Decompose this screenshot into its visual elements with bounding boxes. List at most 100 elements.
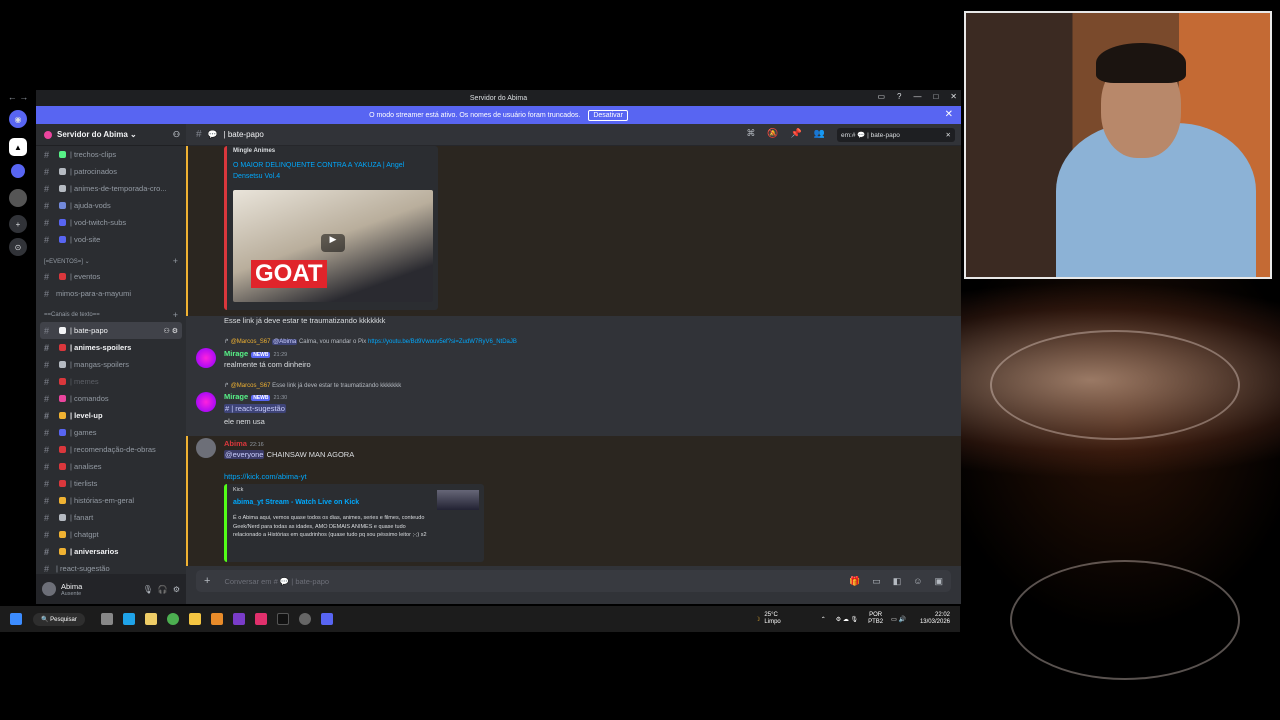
channel-text-10[interactable]: # | histórias-em-geral <box>36 492 186 509</box>
server-avatar-icon[interactable] <box>9 189 27 207</box>
channel-text-2[interactable]: # | mangas-spoilers <box>36 356 186 373</box>
channel-text-5[interactable]: # | level-up <box>36 407 186 424</box>
everyone-mention[interactable]: @everyone <box>224 450 265 459</box>
avatar[interactable] <box>196 392 216 412</box>
channel-text-6[interactable]: # | games <box>36 424 186 441</box>
message-author[interactable]: Mirage NEWB 21:30 <box>224 392 287 401</box>
pin-icon[interactable]: 📌 <box>791 128 802 139</box>
app-icon[interactable] <box>210 613 223 625</box>
channel-text-1[interactable]: # | animes-spoilers <box>36 339 186 356</box>
channel-text-4[interactable]: # | comandos <box>36 390 186 407</box>
task-view-icon[interactable] <box>100 613 113 625</box>
play-icon[interactable]: ▶ <box>321 234 345 252</box>
channel-text-8[interactable]: # | analises <box>36 458 186 475</box>
deactivate-button[interactable]: Desativar <box>588 109 628 121</box>
network-volume-icon[interactable]: ▭ 🔊 <box>891 616 906 623</box>
message-author[interactable]: Abima 22:16 <box>224 439 264 448</box>
apps-icon[interactable]: ▣ <box>934 576 943 587</box>
add-attachment-icon[interactable]: + <box>204 575 210 587</box>
avatar[interactable] <box>196 348 216 368</box>
embed-title[interactable]: O MAIOR DELINQUENTE CONTRA A YAKUZA | An… <box>233 160 433 182</box>
reply-preview[interactable]: ↱ @Marcos_S67 Esse link já deve estar te… <box>224 382 401 389</box>
inbox-icon[interactable]: ▭ <box>877 92 885 101</box>
channel-text-12[interactable]: # | chatgpt <box>36 526 186 543</box>
edge-icon[interactable] <box>122 613 135 625</box>
explore-icon[interactable]: ⊙ <box>9 238 27 256</box>
search-input[interactable]: em:# 💬 | bate-papo ✕ <box>837 128 955 142</box>
video-thumbnail[interactable]: GOAT ▶ <box>233 190 433 302</box>
threads-icon[interactable]: ⌘ <box>746 128 755 139</box>
file-explorer-icon[interactable] <box>188 613 201 625</box>
channel-text-0[interactable]: # | bate-papo ⚇ ⚙ <box>40 322 182 339</box>
channel-event-1[interactable]: # mimos-para-a-mayumi <box>36 285 186 302</box>
taskbar-search[interactable]: 🔍 Pesquisar <box>33 612 85 626</box>
windows-start-icon[interactable] <box>10 613 22 625</box>
discord-home-icon[interactable]: ◉ <box>9 110 27 128</box>
tiktok-icon[interactable] <box>276 613 289 625</box>
tray-chevron-icon[interactable]: ⌃ <box>821 616 826 623</box>
gift-icon[interactable]: 🎁 <box>849 576 860 587</box>
category-eventos[interactable]: [=EVENTOS=] ⌄ + <box>36 254 186 268</box>
avatar[interactable] <box>42 582 56 596</box>
app-icon[interactable] <box>298 613 311 625</box>
reply-link[interactable]: https://youtu.be/Bd9Vwouv5ef?si=ZudW7RyV… <box>368 339 517 345</box>
weather-widget[interactable]: ☽ 25°C Limpo <box>755 612 781 626</box>
message-author[interactable]: Mirage NEWB 21:29 <box>224 349 287 358</box>
discord-taskbar-icon[interactable] <box>320 613 333 625</box>
nav-back-icon[interactable]: ← → <box>0 92 36 102</box>
channel-text-9[interactable]: # | tierlists <box>36 475 186 492</box>
channel-mention[interactable]: # | react-sugestão <box>224 404 286 413</box>
avatar[interactable] <box>196 438 216 458</box>
add-member-icon[interactable]: ⚇ <box>173 130 180 139</box>
channel-top-0[interactable]: # | trechos-clips <box>36 146 186 163</box>
channel-top-3[interactable]: # | ajuda-vods <box>36 197 186 214</box>
sticker-icon[interactable]: ◧ <box>893 576 902 587</box>
add-channel-icon[interactable]: + <box>173 310 178 320</box>
embed-title[interactable]: abima_yt Stream - Watch Live on Kick <box>233 499 359 506</box>
mention[interactable]: @Abima <box>272 339 298 345</box>
gif-icon[interactable]: ▭ <box>872 576 881 587</box>
message-link[interactable]: https://kick.com/abima-yt <box>224 472 307 481</box>
emoji-icon[interactable]: ☺ <box>913 576 922 587</box>
clear-search-icon[interactable]: ✕ <box>946 131 951 139</box>
guild-rail: ◉ <box>0 110 36 128</box>
add-channel-icon[interactable]: + <box>173 256 178 266</box>
server-header[interactable]: Servidor do Abima ⌄ ⚇ <box>36 124 186 146</box>
server-abima-icon[interactable]: ▲ <box>9 138 27 156</box>
app-icon[interactable] <box>232 613 245 625</box>
instagram-icon[interactable] <box>254 613 267 625</box>
close-icon[interactable]: ✕ <box>950 92 957 101</box>
category-text-channels[interactable]: ==Canais de texto== + <box>36 308 186 322</box>
channel-text-3[interactable]: # | memes <box>36 373 186 390</box>
chrome-icon[interactable] <box>166 613 179 625</box>
help-icon[interactable]: ? <box>897 92 901 101</box>
banner-close-icon[interactable]: ✕ <box>945 109 953 120</box>
members-icon[interactable]: 👥 <box>814 128 825 139</box>
channel-text-13[interactable]: # | aniversarios <box>36 543 186 560</box>
embed-thumbnail[interactable] <box>437 490 479 510</box>
headphones-icon[interactable]: 🎧 <box>158 585 168 594</box>
channel-top-1[interactable]: # | patrocinados <box>36 163 186 180</box>
channel-top-5[interactable]: # | vod-site <box>36 231 186 248</box>
channel-text-7[interactable]: # | recomendação-de-obras <box>36 441 186 458</box>
server-icon[interactable] <box>11 164 25 178</box>
microphone-icon[interactable]: 🎙 <box>143 585 153 594</box>
channel-top-4[interactable]: # | vod-twitch-subs <box>36 214 186 231</box>
copilot-icon[interactable] <box>144 613 157 625</box>
notifications-icon[interactable]: 🔕 <box>767 128 778 139</box>
reply-preview[interactable]: ↱ @Marcos_S67 @Abima Calma, vou mandar o… <box>224 338 517 345</box>
channel-event-0[interactable]: # | eventos <box>36 268 186 285</box>
channel-label: | memes <box>70 377 99 386</box>
message-input[interactable]: + Conversar em # 💬 | bate-papo 🎁 ▭ ◧ ☺ ▣ <box>196 570 951 592</box>
settings-gear-icon[interactable]: ⚙ <box>173 585 180 594</box>
channel-settings-icon[interactable]: ⚇ ⚙ <box>164 327 179 335</box>
tray-icons[interactable]: ⚙ ☁ 🎙 <box>836 616 858 623</box>
channel-header: # 💬 | bate-papo ⌘ 🔕 📌 👥 em:# 💬 | bate-papo ✕ <box>186 124 961 146</box>
minimize-icon[interactable]: — <box>913 92 921 101</box>
language-indicator[interactable]: POR PTB2 <box>868 612 883 626</box>
maximize-icon[interactable]: □ <box>933 92 938 101</box>
channel-text-11[interactable]: # | fanart <box>36 509 186 526</box>
clock[interactable]: 22:02 13/03/2026 <box>920 612 950 626</box>
channel-top-2[interactable]: # | animes-de-temporada-cro... <box>36 180 186 197</box>
add-server-icon[interactable]: + <box>9 215 27 233</box>
